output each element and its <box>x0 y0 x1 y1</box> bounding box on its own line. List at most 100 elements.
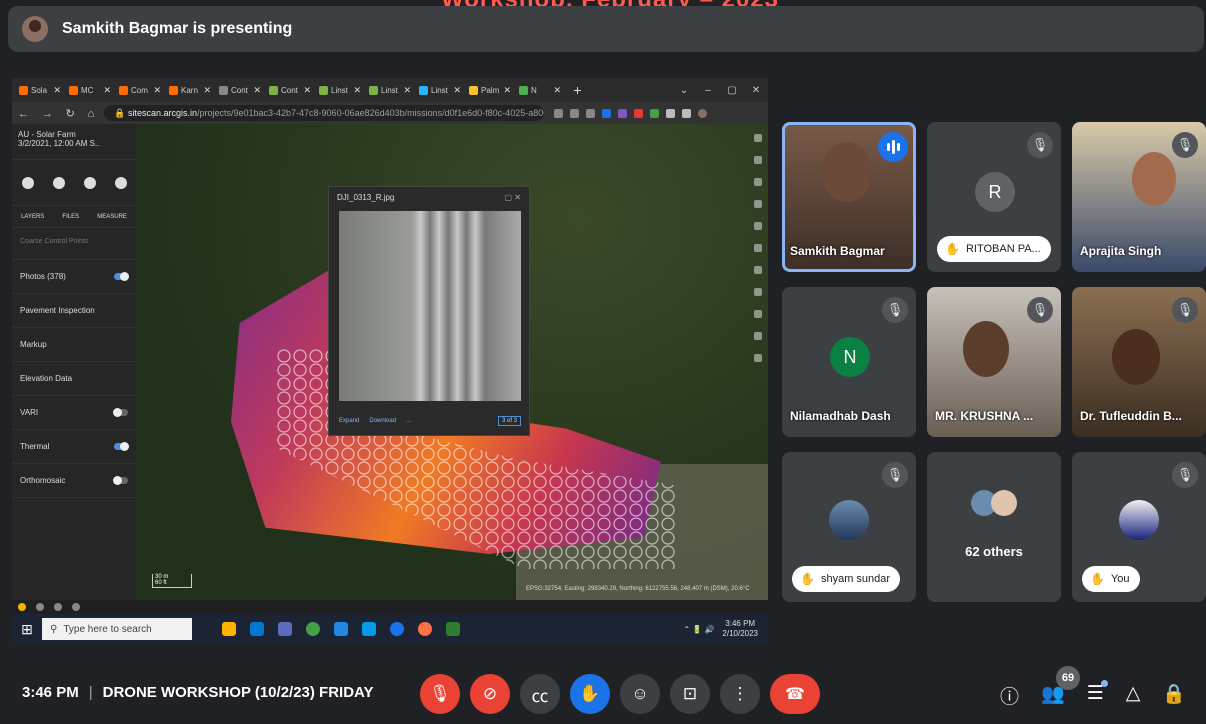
location-icon[interactable] <box>754 244 762 252</box>
browser-tab[interactable]: Linst ✕ <box>416 80 464 100</box>
mic-toggle-button[interactable]: 🎙 <box>420 674 460 714</box>
page-indicator[interactable]: 3 of 3 <box>497 416 521 426</box>
shared-screen[interactable]: Sola ✕ MC ✕ Com ✕ Karn ✕ Cont ✕ Cont ✕ Linst ✕ … <box>12 78 768 644</box>
extension-icon[interactable] <box>650 108 660 118</box>
help-icon[interactable] <box>54 603 62 611</box>
layer-elevation[interactable]: Elevation Data <box>12 362 136 396</box>
more-icon[interactable]: ... <box>406 418 411 424</box>
participant-tile-nilamadhab[interactable]: 🎙 N Nilamadhab Dash <box>782 287 916 437</box>
project-header[interactable]: AU - Solar Farm 3/2/2021, 12:00 AM S.. <box>12 124 136 160</box>
toggle[interactable] <box>114 272 129 281</box>
windows-start-icon[interactable]: ⊞ <box>12 621 42 638</box>
layer-search[interactable]: Coarse Control Points <box>12 228 136 260</box>
captions-button[interactable]: ㏄ <box>520 674 560 714</box>
user-icon[interactable] <box>18 603 26 611</box>
close-icon[interactable]: ✕ <box>153 85 161 96</box>
chrome-icon[interactable] <box>306 622 320 636</box>
app-icon[interactable] <box>278 622 292 636</box>
reload-icon[interactable]: ↻ <box>66 108 75 120</box>
download-link[interactable]: Download <box>369 418 396 424</box>
layer-orthomosaic[interactable]: Orthomosaic <box>12 464 136 498</box>
close-icon[interactable]: ✕ <box>303 85 311 96</box>
participant-tile-you[interactable]: 🎙 ✋ You <box>1072 452 1206 602</box>
app-icon[interactable] <box>250 622 264 636</box>
present-button[interactable]: ⊡ <box>670 674 710 714</box>
tab-files[interactable]: FILES <box>62 214 79 220</box>
zoom-out-icon[interactable] <box>754 178 762 186</box>
close-icon[interactable]: ✕ <box>503 85 511 96</box>
tab-search-icon[interactable]: ⌄ <box>672 85 696 96</box>
browser-tab-active[interactable]: N ✕ <box>516 80 564 100</box>
excel-icon[interactable] <box>446 622 460 636</box>
app-icon[interactable] <box>334 622 348 636</box>
map-view[interactable]: DJI_0313_R.jpg ▢ ✕ Expand Download ... 3 … <box>136 124 768 600</box>
minimize-icon[interactable]: – <box>696 85 720 96</box>
fingerprint-icon[interactable] <box>21 176 34 189</box>
browser-tab[interactable]: Karn ✕ <box>166 80 214 100</box>
settings-icon[interactable] <box>36 603 44 611</box>
forward-icon[interactable]: → <box>42 108 53 120</box>
back-icon[interactable]: ← <box>18 108 29 120</box>
browser-tab[interactable]: Cont ✕ <box>266 80 314 100</box>
participant-tile-aprajita[interactable]: 🎙 Aprajita Singh <box>1072 122 1206 272</box>
layer-photos[interactable]: Photos (378) <box>12 260 136 294</box>
participant-tile-krushna[interactable]: 🎙 MR. KRUSHNA ... <box>927 287 1061 437</box>
browser-tab[interactable]: Sola ✕ <box>16 80 64 100</box>
extension-icon[interactable] <box>618 108 628 118</box>
drone-photo[interactable] <box>339 211 521 401</box>
puzzle-icon[interactable] <box>666 108 676 118</box>
layer-vari[interactable]: VARI <box>12 396 136 430</box>
extension-icon[interactable] <box>634 108 644 118</box>
close-icon[interactable]: ✕ <box>553 85 561 96</box>
participant-tile-ritoban[interactable]: 🎙 R ✋ RITOBAN PA... <box>927 122 1061 272</box>
tool-icon[interactable] <box>754 288 762 296</box>
app-icon[interactable] <box>362 622 376 636</box>
browser-tab[interactable]: Linst ✕ <box>316 80 364 100</box>
url-field[interactable]: 🔒 sitescan.arcgis.in/projects/9e01bac3-4… <box>104 105 545 121</box>
raise-hand-button[interactable]: ✋ <box>570 674 610 714</box>
browser-tab[interactable]: Linst ✕ <box>366 80 414 100</box>
timeline-icon[interactable] <box>52 176 65 189</box>
home-icon[interactable]: ⌂ <box>88 108 95 120</box>
taskbar-clock[interactable]: 3:46 PM 2/10/2023 <box>722 619 758 639</box>
close-icon[interactable]: ✕ <box>403 85 411 96</box>
cloud-icon[interactable] <box>83 176 96 189</box>
popup-controls[interactable]: ▢ ✕ <box>505 193 521 202</box>
new-tab-button[interactable]: + <box>566 80 586 100</box>
activities-icon[interactable]: △ <box>1126 682 1141 709</box>
participant-tile-samkith[interactable]: Samkith Bagmar <box>782 122 916 272</box>
close-icon[interactable]: ✕ <box>203 85 211 96</box>
extension-icon[interactable] <box>602 108 612 118</box>
close-icon[interactable]: ✕ <box>253 85 261 96</box>
expand-link[interactable]: Expand <box>339 418 359 424</box>
layer-pavement[interactable]: Pavement Inspection <box>12 294 136 328</box>
toggle[interactable] <box>114 442 129 451</box>
zoom-icon[interactable] <box>554 108 564 118</box>
profile-icon[interactable] <box>698 108 708 118</box>
layer-thermal[interactable]: Thermal <box>12 430 136 464</box>
participant-tile-tufleuddin[interactable]: 🎙 Dr. Tufleuddin B... <box>1072 287 1206 437</box>
tool-icon[interactable] <box>754 354 762 362</box>
info-icon[interactable] <box>72 603 80 611</box>
zoom-in-icon[interactable] <box>754 156 762 164</box>
browser-tab[interactable]: Cont ✕ <box>216 80 264 100</box>
browser-tab[interactable]: MC ✕ <box>66 80 114 100</box>
measure-icon[interactable] <box>754 222 762 230</box>
layer-markup[interactable]: Markup <box>12 328 136 362</box>
taskbar-search[interactable]: ⚲ Type here to search <box>42 618 192 640</box>
share-icon[interactable] <box>570 108 580 118</box>
maximize-icon[interactable]: ▢ <box>720 85 744 96</box>
app-icon[interactable] <box>418 622 432 636</box>
tool-icon[interactable] <box>754 332 762 340</box>
tab-measure[interactable]: MEASURE <box>97 214 127 220</box>
app-icon[interactable] <box>390 622 404 636</box>
toggle[interactable] <box>113 408 128 417</box>
reactions-button[interactable]: ☺ <box>620 674 660 714</box>
others-tile[interactable]: 62 others <box>927 452 1061 602</box>
more-options-button[interactable]: ⋮ <box>720 674 760 714</box>
tool-icon[interactable] <box>754 310 762 318</box>
toggle[interactable] <box>113 476 128 485</box>
star-icon[interactable] <box>586 108 596 118</box>
camera-toggle-button[interactable]: ⊘ <box>470 674 510 714</box>
close-window-icon[interactable]: ✕ <box>744 85 768 96</box>
